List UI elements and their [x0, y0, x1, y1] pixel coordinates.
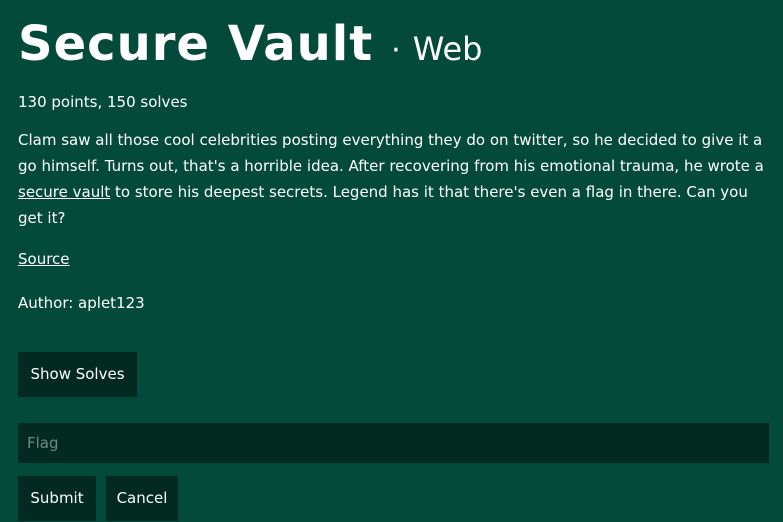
challenge-panel: Secure Vault · Web 130 points, 150 solve… — [18, 0, 769, 313]
secure-vault-link[interactable]: secure vault — [18, 183, 110, 201]
flag-input[interactable] — [18, 423, 769, 463]
author-text: Author: aplet123 — [18, 294, 145, 312]
description-text-2: to store his deepest secrets. Legend has… — [18, 183, 748, 227]
source-row: Source — [18, 249, 769, 269]
challenge-description: Clam saw all those cool celebrities post… — [18, 127, 769, 231]
source-link[interactable]: Source — [18, 250, 70, 268]
points-solves: 130 points, 150 solves — [18, 93, 188, 111]
title-separator: · — [391, 33, 401, 68]
challenge-title: Secure Vault — [18, 16, 374, 72]
description-text-1: Clam saw all those cool celebrities post… — [18, 131, 764, 175]
cancel-button[interactable]: Cancel — [106, 476, 178, 521]
submit-button[interactable]: Submit — [18, 476, 96, 521]
title-row: Secure Vault · Web — [18, 16, 769, 78]
challenge-category: Web — [412, 30, 483, 68]
show-solves-button[interactable]: Show Solves — [18, 352, 137, 397]
